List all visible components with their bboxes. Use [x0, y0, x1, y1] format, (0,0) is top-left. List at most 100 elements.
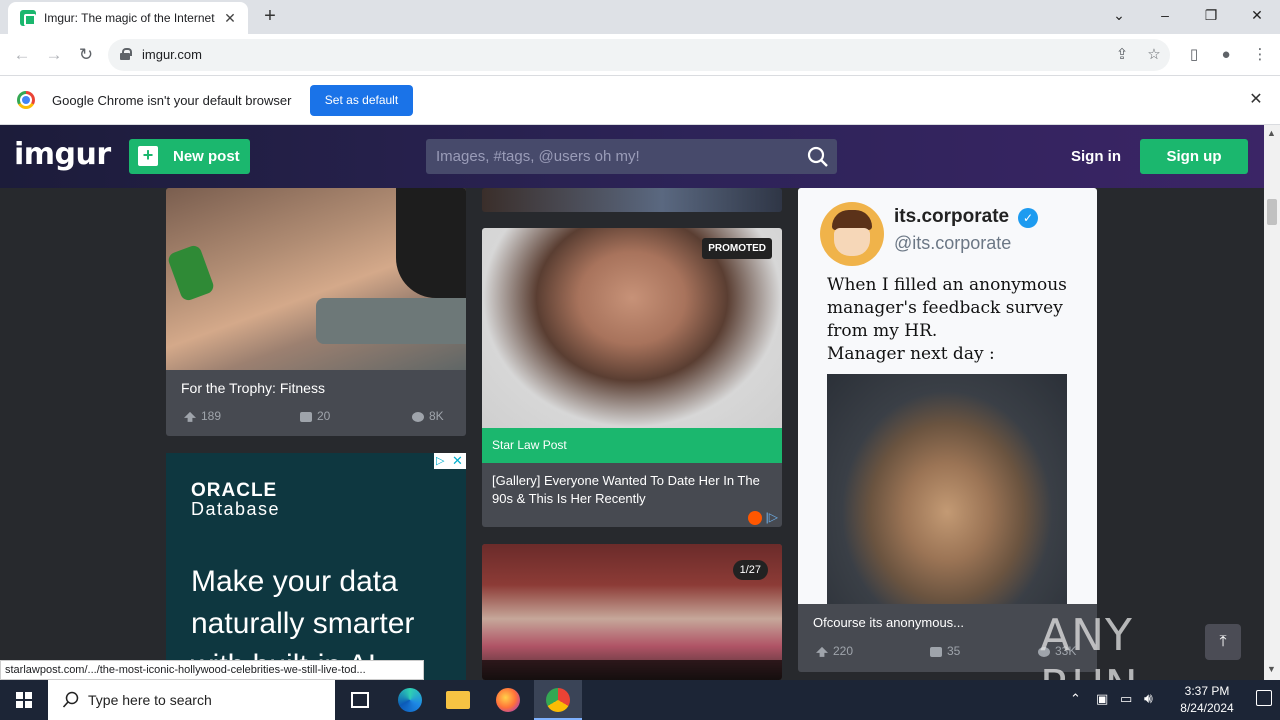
bookmark-star-icon[interactable]: ☆ — [1142, 42, 1166, 68]
thumbnail-detail — [166, 243, 216, 303]
browser-toolbar: ← → ↻ imgur.com ⇪ ☆ ▯ ● ⋮ — [0, 34, 1280, 76]
clock-date[interactable]: 8/24/2024 — [1172, 701, 1242, 715]
lock-icon[interactable] — [120, 48, 132, 60]
reddit-icon — [747, 510, 762, 525]
network-icon[interactable]: ▭ — [1120, 691, 1132, 707]
promo-title[interactable]: [Gallery] Everyone Wanted To Date Her In… — [492, 472, 772, 508]
view-count: 8K — [412, 409, 444, 423]
start-button[interactable] — [0, 680, 48, 720]
scroll-to-top-button[interactable]: ⤒ — [1205, 624, 1241, 660]
post-card-partial[interactable] — [482, 188, 782, 212]
forward-button[interactable]: → — [41, 42, 67, 68]
chevron-up-icon[interactable]: ⌃ — [1070, 691, 1081, 707]
imgur-favicon-icon — [20, 10, 36, 26]
eye-icon — [412, 411, 424, 422]
volume-icon[interactable]: 🔊︎ — [1144, 690, 1153, 707]
windows-taskbar: Type here to search ⌃ ▣ ▭ 🔊︎ 3:37 PM 8/2… — [0, 680, 1280, 720]
page-scrollbar[interactable]: ▲ ▼ — [1264, 125, 1280, 680]
default-browser-infobar: Google Chrome isn't your default browser… — [0, 76, 1280, 125]
oracle-subtitle: Database — [191, 499, 281, 519]
comment-count: 35 — [930, 644, 960, 658]
taskbar-search-text: Type here to search — [88, 692, 212, 708]
sign-up-button[interactable]: Sign up — [1140, 139, 1248, 174]
set-as-default-button[interactable]: Set as default — [310, 85, 413, 116]
windows-logo-icon — [16, 692, 32, 708]
verified-icon: ✓ — [1018, 208, 1038, 228]
video-caption-bar — [482, 660, 782, 680]
post-card-chef[interactable]: 1/27 — [482, 544, 782, 680]
taskbar-file-explorer[interactable] — [434, 680, 482, 720]
taskbar-search-box[interactable]: Type here to search — [48, 680, 335, 720]
upvote-icon[interactable] — [816, 646, 828, 657]
promo-source[interactable]: Star Law Post — [482, 428, 782, 463]
oracle-ad[interactable]: ▷ ✕ ORACLE Database Make your data natur… — [166, 453, 466, 680]
scroll-down-icon[interactable]: ▼ — [1267, 664, 1276, 674]
image-count-badge: 1/27 — [732, 560, 768, 580]
imgur-search-input[interactable]: Images, #tags, @users oh my! — [426, 139, 837, 174]
tweet-screenshot[interactable]: its.corporate ✓ @its.corporate When I fi… — [798, 188, 1097, 604]
post-card-fitness[interactable]: For the Trophy: Fitness 189 20 8K — [166, 188, 466, 436]
chrome-icon — [546, 688, 570, 712]
tab-imgur[interactable]: Imgur: The magic of the Internet ✕ — [8, 2, 248, 34]
system-tray: ⌃ ▣ ▭ 🔊︎ 3:37 PM 8/24/2024 — [1060, 680, 1280, 720]
profile-avatar-icon[interactable]: ● — [1214, 42, 1238, 68]
tweet-text: When I filled an anonymous manager's fee… — [827, 275, 1067, 364]
promoted-post-card[interactable]: PROMOTED Star Law Post [Gallery] Everyon… — [482, 228, 782, 527]
side-panel-icon[interactable]: ▯ — [1182, 42, 1206, 68]
task-view-button[interactable] — [336, 680, 384, 720]
tweet-author-handle: @its.corporate — [894, 233, 1012, 253]
comment-count: 20 — [300, 409, 330, 423]
notification-icon[interactable] — [1256, 690, 1272, 706]
post-card-owl[interactable]: its.corporate ✓ @its.corporate When I fi… — [798, 188, 1097, 672]
device-icon[interactable]: ▣ — [1096, 691, 1108, 707]
scrollbar-thumb[interactable] — [1267, 199, 1277, 225]
reload-button[interactable]: ↻ — [73, 42, 99, 68]
adchoices-icon[interactable]: ▷ — [436, 454, 444, 467]
thumbnail-detail — [396, 188, 466, 298]
ad-choices[interactable]: |▷ — [747, 510, 778, 525]
post-title[interactable]: Ofcourse its anonymous... — [813, 615, 964, 630]
tab-title: Imgur: The magic of the Internet — [44, 11, 215, 25]
share-icon[interactable]: ⇪ — [1110, 42, 1134, 68]
clock-time[interactable]: 3:37 PM — [1172, 684, 1242, 698]
ad-controls[interactable]: ▷ ✕ — [434, 453, 466, 469]
search-placeholder: Images, #tags, @users oh my! — [436, 148, 640, 165]
sign-in-link[interactable]: Sign in — [1071, 148, 1121, 165]
close-window-button[interactable]: ✕ — [1234, 0, 1280, 32]
minimize-button[interactable]: – — [1142, 0, 1188, 32]
task-view-icon — [351, 692, 369, 708]
restore-button[interactable]: ❐ — [1188, 0, 1234, 32]
post-title[interactable]: For the Trophy: Fitness — [181, 380, 325, 396]
upvote-count: 189 — [184, 409, 221, 423]
upvote-icon[interactable] — [184, 411, 196, 422]
post-thumbnail[interactable] — [166, 188, 466, 370]
taskbar-chrome[interactable] — [534, 680, 582, 720]
address-bar[interactable]: imgur.com — [108, 39, 1170, 71]
infobar-close-icon[interactable]: ✕ — [1246, 90, 1266, 110]
scroll-up-icon[interactable]: ▲ — [1267, 128, 1276, 138]
chrome-logo-icon — [17, 91, 35, 109]
plus-icon: + — [138, 146, 158, 166]
new-post-button[interactable]: + New post — [129, 139, 250, 174]
search-icon[interactable] — [807, 146, 829, 168]
imgur-header: imgur + New post Images, #tags, @users o… — [0, 125, 1264, 188]
edge-icon — [398, 688, 422, 712]
new-tab-button[interactable]: + — [258, 5, 282, 29]
imgur-logo[interactable]: imgur — [14, 137, 111, 172]
avatar — [820, 202, 884, 266]
search-icon — [62, 691, 79, 708]
taskbar-firefox[interactable] — [484, 680, 532, 720]
status-url-bubble: starlawpost.com/.../the-most-iconic-holl… — [0, 660, 424, 680]
thumbnail-detail — [316, 298, 466, 344]
adchoices-icon[interactable]: |▷ — [766, 510, 778, 524]
folder-icon — [446, 691, 470, 709]
taskbar-edge[interactable] — [386, 680, 434, 720]
ad-close-icon[interactable]: ✕ — [452, 453, 463, 469]
chrome-menu-icon[interactable]: ⋮ — [1248, 42, 1272, 68]
comment-icon — [930, 646, 942, 657]
firefox-icon — [496, 688, 520, 712]
url-text[interactable]: imgur.com — [142, 47, 202, 62]
tab-search-button[interactable]: ⌄ — [1096, 0, 1142, 32]
tab-close-button[interactable]: ✕ — [220, 8, 240, 28]
back-button[interactable]: ← — [9, 42, 35, 68]
